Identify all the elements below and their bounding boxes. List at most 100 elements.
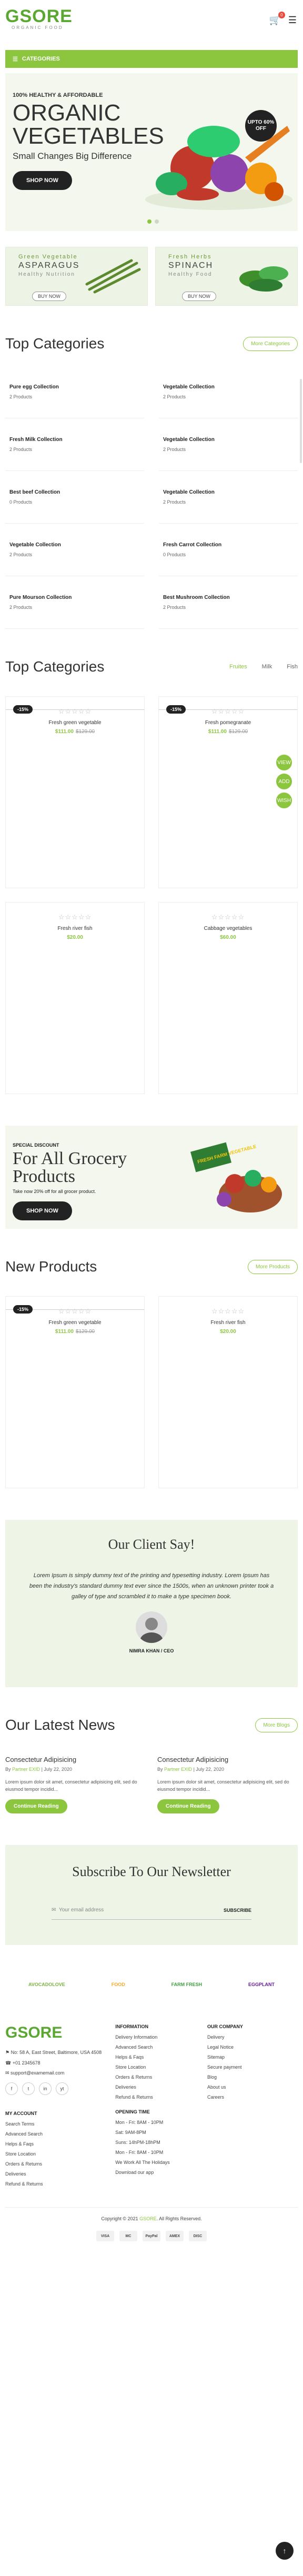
footer-link[interactable]: About us <box>207 2084 298 2090</box>
category-item[interactable]: Pure egg Collection 2 Products <box>5 366 144 418</box>
logo[interactable]: GSORE ORGANIC FOOD <box>5 7 73 30</box>
category-item[interactable]: Pure Mourson Collection 2 Products <box>5 576 144 629</box>
back-to-top-button[interactable]: ↑ <box>276 2542 294 2560</box>
product-name[interactable]: Cabbage vegetables <box>159 926 297 931</box>
category-image <box>257 535 294 565</box>
product-card[interactable]: -15% ☆☆☆☆☆ Fresh green vegetable $111.00 $12… <box>5 696 145 888</box>
footer-email[interactable]: ✉ support@examemail.com <box>5 2070 105 2076</box>
category-image <box>103 483 140 512</box>
footer-link[interactable]: Search Terms <box>5 2121 105 2127</box>
more-blogs-button[interactable]: More Blogs <box>255 1718 298 1732</box>
newsletter-section: Subscribe To Our Newsletter ✉ Your email… <box>5 1845 298 1945</box>
footer-link[interactable]: Refund & Returns <box>5 2181 105 2187</box>
product-card[interactable]: -15% VIEW ADD WISH ☆☆☆☆☆ Fresh pomegranate $11… <box>158 696 298 888</box>
opening-hour: Download our app <box>115 2170 154 2175</box>
category-item[interactable]: Vegetable Collection 2 Products <box>5 524 144 576</box>
product-card[interactable]: -15% ☆☆☆☆☆ Fresh green vegetable $111.00 $12… <box>5 1296 145 1488</box>
hero-shop-now-button[interactable]: SHOP NOW <box>13 171 72 190</box>
news-title[interactable]: Consectetur Adipisicing <box>5 1756 146 1763</box>
brand-logo[interactable]: FARM FRESH <box>171 1982 203 1987</box>
brand-logo[interactable]: EGGPLANT <box>248 1982 275 1987</box>
product-name[interactable]: Fresh river fish <box>159 1320 297 1326</box>
promo-asparagus[interactable]: Green Vegetable ASPARAGUS Healthy Nutrit… <box>5 247 148 306</box>
tab-fish[interactable]: Fish <box>287 664 298 670</box>
footer-link[interactable]: Secure payment <box>207 2064 298 2070</box>
category-image <box>257 483 294 512</box>
continue-reading-button[interactable]: Continue Reading <box>5 1799 67 1813</box>
copyright-brand[interactable]: GSORE <box>139 2216 157 2221</box>
news-author[interactable]: Partner EXID <box>164 1767 192 1772</box>
subscribe-button[interactable]: SUBSCRIBE <box>224 1908 251 1913</box>
footer-link[interactable]: Store Location <box>5 2151 105 2157</box>
category-item[interactable]: Best beef Collection 0 Products <box>5 471 144 524</box>
product-name[interactable]: Fresh river fish <box>6 926 144 931</box>
footer-link[interactable]: Delivery <box>207 2034 298 2040</box>
news-title[interactable]: Consectetur Adipisicing <box>157 1756 298 1763</box>
footer-link[interactable]: Helps & Faqs <box>115 2054 197 2060</box>
footer-link[interactable]: Blog <box>207 2074 298 2080</box>
footer-link[interactable]: Advanced Search <box>115 2044 197 2050</box>
category-count: 2 Products <box>9 394 33 399</box>
footer-phone[interactable]: ☎ +01 2345678 <box>5 2060 105 2066</box>
product-name[interactable]: Fresh green vegetable <box>6 720 144 726</box>
menu-icon[interactable]: ☰ <box>288 15 297 26</box>
footer-logo[interactable]: GSORE <box>5 2024 105 2042</box>
social-icon[interactable]: t <box>22 2082 35 2095</box>
social-icon[interactable]: in <box>39 2082 52 2095</box>
product-card[interactable]: ☆☆☆☆☆ Cabbage vegetables $60.00 <box>158 902 298 1094</box>
brand-logo[interactable]: FOOD <box>112 1982 125 1987</box>
footer-link[interactable]: Sitemap <box>207 2054 298 2060</box>
slider-dot[interactable] <box>147 219 152 224</box>
news-author[interactable]: Partner EXID <box>12 1767 40 1772</box>
scrollbar[interactable] <box>300 379 302 463</box>
footer-link[interactable]: Advanced Search <box>5 2131 105 2137</box>
more-products-button[interactable]: More Products <box>247 1259 298 1274</box>
slider-dot[interactable] <box>155 219 159 224</box>
product-card[interactable]: ☆☆☆☆☆ Fresh river fish $20.00 <box>5 902 145 1094</box>
promo-buy-button[interactable]: BUY NOW <box>32 292 66 301</box>
product-action-button[interactable]: ADD <box>276 774 292 789</box>
category-item[interactable]: Vegetable Collection 2 Products <box>159 366 298 418</box>
footer-link[interactable]: Orders & Returns <box>115 2074 197 2080</box>
spinach-image <box>239 266 288 292</box>
category-item[interactable]: Fresh Milk Collection 2 Products <box>5 418 144 471</box>
vegetables-image <box>145 126 292 210</box>
product-price: $111.00 $129.00 <box>6 1329 144 1335</box>
tab-milk[interactable]: Milk <box>262 664 272 670</box>
section-title: Our Latest News <box>5 1717 115 1733</box>
product-name[interactable]: Fresh pomegranate <box>159 720 297 726</box>
payment-icon: AMEX <box>166 2231 184 2241</box>
email-field[interactable]: ✉ Your email address <box>52 1907 104 1913</box>
footer-link[interactable]: Helps & Faqs <box>5 2141 105 2147</box>
social-icon[interactable]: yt <box>56 2082 68 2095</box>
banner-shop-now-button[interactable]: SHOP NOW <box>13 1201 72 1220</box>
product-action-button[interactable]: VIEW <box>276 755 292 770</box>
cart-icon[interactable]: 🛒 0 <box>269 12 285 26</box>
brand-logo[interactable]: AVOCADOLOVE <box>28 1982 65 1987</box>
continue-reading-button[interactable]: Continue Reading <box>157 1799 219 1813</box>
product-name[interactable]: Fresh green vegetable <box>6 1320 144 1326</box>
footer-link[interactable]: Deliveries <box>5 2171 105 2177</box>
social-icon[interactable]: f <box>5 2082 18 2095</box>
footer-link[interactable]: Careers <box>207 2094 298 2100</box>
footer-link[interactable]: Delivery Information <box>115 2034 197 2040</box>
more-categories-button[interactable]: More Categories <box>243 336 298 351</box>
footer-link[interactable]: Refund & Returns <box>115 2094 197 2100</box>
footer-link[interactable]: Legal Notice <box>207 2044 298 2050</box>
promo-spinach[interactable]: Fresh Herbs SPINACH Healthy Food BUY NOW <box>155 247 298 306</box>
footer-link[interactable]: Orders & Returns <box>5 2161 105 2167</box>
category-item[interactable]: Fresh Carrot Collection 0 Products <box>159 524 298 576</box>
category-image <box>257 588 294 617</box>
category-item[interactable]: Vegetable Collection 2 Products <box>159 418 298 471</box>
product-card[interactable]: ☆☆☆☆☆ Fresh river fish $20.00 <box>158 1296 298 1488</box>
product-action-button[interactable]: WISH <box>276 793 292 808</box>
promo-tag: Green Vegetable <box>18 254 78 260</box>
company-links: Delivery Legal Notice Sitemap Secure paymen… <box>207 2034 298 2100</box>
footer-link[interactable]: Deliveries <box>115 2084 197 2090</box>
promo-buy-button[interactable]: BUY NOW <box>182 292 216 301</box>
category-item[interactable]: Best Mushroom Collection 2 Products <box>159 576 298 629</box>
categories-bar[interactable]: ☰ CATEGORIES <box>5 50 298 68</box>
tab-fruites[interactable]: Fruites <box>229 664 247 670</box>
footer-link[interactable]: Store Location <box>115 2064 197 2070</box>
category-item[interactable]: Vegetable Collection 2 Products <box>159 471 298 524</box>
